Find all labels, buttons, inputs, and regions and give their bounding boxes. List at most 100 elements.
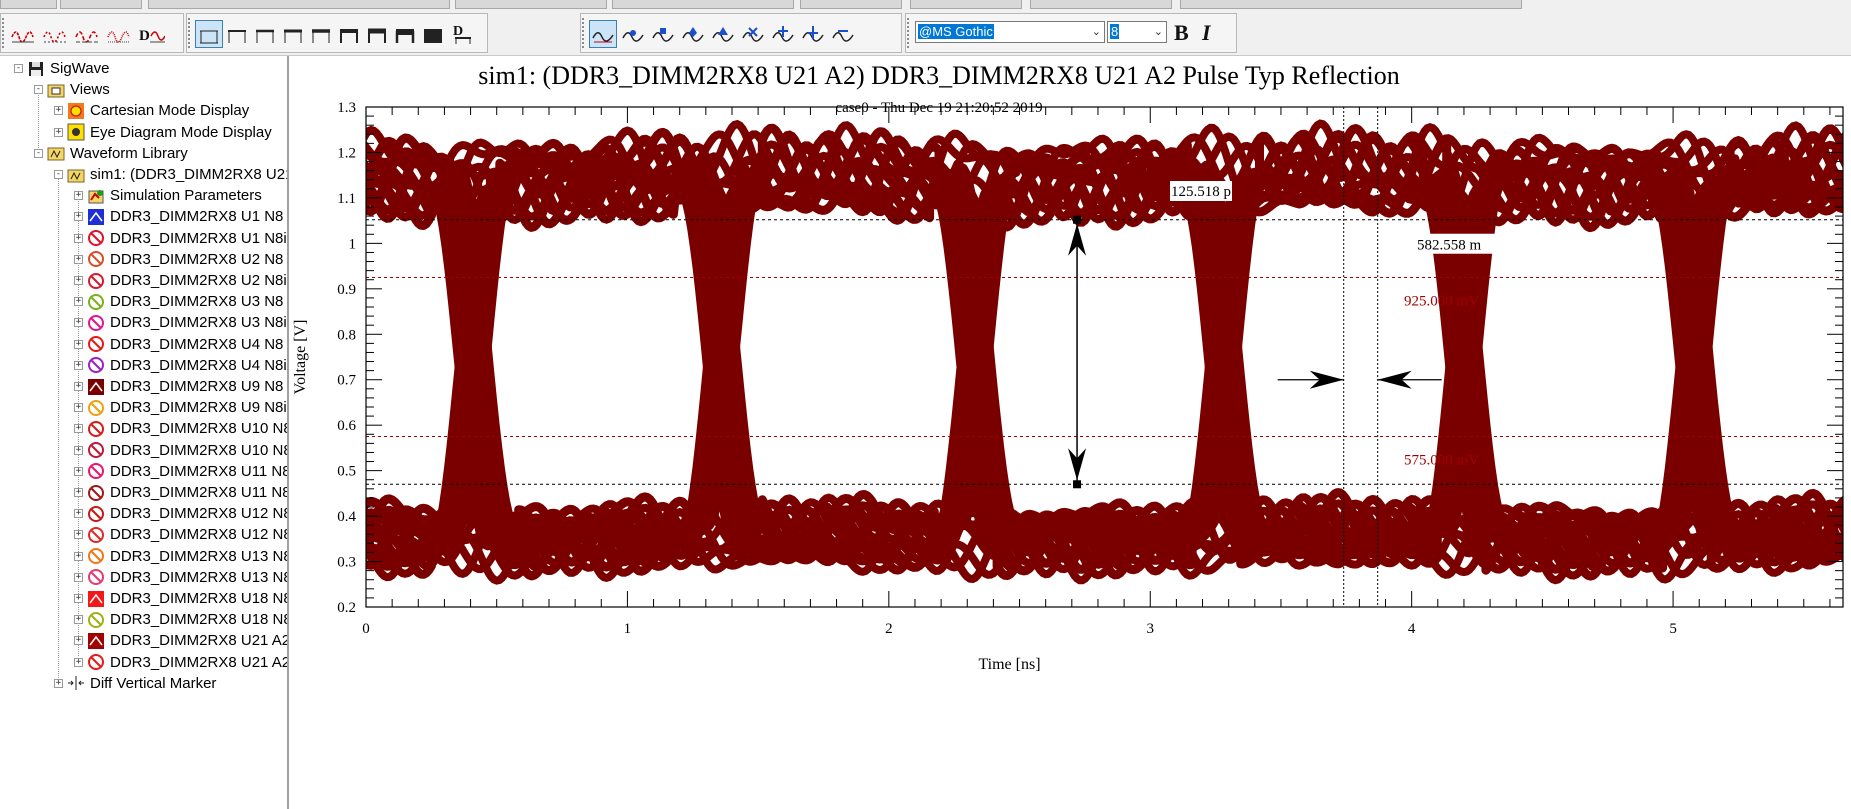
tree-item[interactable]: + DDR3_DIMM2RX8 U18 N8i: [74, 609, 287, 630]
collapse-icon[interactable]: -: [14, 64, 23, 73]
expand-icon[interactable]: +: [74, 572, 83, 582]
collapse-icon[interactable]: -: [54, 170, 63, 179]
italic-button[interactable]: I: [1202, 20, 1211, 46]
expand-icon[interactable]: +: [74, 233, 83, 243]
font-name-select[interactable]: @MS Gothic ⌄: [915, 21, 1105, 43]
expand-icon[interactable]: +: [74, 212, 83, 222]
tree-item[interactable]: - sim1: (DDR3_DIMM2RX8 U21 A: [54, 164, 287, 185]
expand-icon[interactable]: +: [54, 106, 63, 116]
tree-item[interactable]: + DDR3_DIMM2RX8 U3 N8: [74, 291, 283, 312]
line-weight-icon[interactable]: [307, 20, 335, 48]
tree-item[interactable]: + DDR3_DIMM2RX8 U2 N8: [74, 249, 283, 270]
sigwave-tree-panel: - SigWave - Views + Cartesian Mode Display + Ey…: [0, 56, 289, 809]
waveform-style-icon[interactable]: [9, 20, 37, 48]
bold-button[interactable]: B: [1174, 20, 1189, 46]
expand-icon[interactable]: +: [74, 191, 83, 201]
marker-icon[interactable]: [829, 20, 857, 48]
expand-icon[interactable]: +: [74, 297, 83, 307]
waveform-style-icon[interactable]: [105, 20, 133, 48]
tree-item[interactable]: + DDR3_DIMM2RX8 U21 A2: [74, 630, 287, 651]
tree-item[interactable]: + DDR3_DIMM2RX8 U4 N8: [74, 334, 283, 355]
expand-icon[interactable]: +: [74, 466, 83, 476]
tree-item[interactable]: + DDR3_DIMM2RX8 U12 N8i: [74, 524, 287, 545]
expand-icon[interactable]: +: [54, 127, 63, 137]
expand-icon[interactable]: +: [74, 445, 83, 455]
x-tick-label: 1: [624, 621, 632, 637]
expand-icon[interactable]: +: [74, 276, 83, 285]
marker-icon[interactable]: [799, 20, 827, 48]
waveform-style-icon[interactable]: [73, 20, 101, 48]
waveform-hidden-icon: [87, 484, 105, 502]
tree-item[interactable]: + DDR3_DIMM2RX8 U4 N8i: [74, 355, 287, 376]
expand-icon[interactable]: +: [74, 530, 83, 540]
line-weight-icon[interactable]: [195, 20, 223, 48]
y-tick-label: 0.6: [337, 418, 356, 434]
tree-item[interactable]: + DDR3_DIMM2RX8 U11 N8i: [74, 482, 287, 503]
floppy-icon: [27, 60, 45, 78]
marker-icon[interactable]: [709, 20, 737, 48]
tree-item[interactable]: + DDR3_DIMM2RX8 U13 N8i: [74, 567, 287, 588]
tree-item[interactable]: - SigWave: [14, 58, 109, 79]
waveform-hidden-icon: [87, 314, 105, 332]
tree-item[interactable]: + DDR3_DIMM2RX8 U12 N8: [74, 503, 287, 524]
tree-item[interactable]: - Waveform Library: [34, 143, 188, 164]
expand-icon[interactable]: +: [74, 360, 83, 370]
collapse-icon[interactable]: -: [34, 85, 43, 95]
toolbar-grip[interactable]: [907, 18, 912, 48]
toolbar-grip[interactable]: [582, 18, 587, 48]
marker-icon[interactable]: [679, 20, 707, 48]
waveform-hidden-icon: [87, 653, 105, 671]
expand-icon[interactable]: +: [74, 509, 83, 519]
expand-icon[interactable]: +: [74, 551, 83, 561]
marker-icon[interactable]: [619, 20, 647, 48]
expand-icon[interactable]: +: [74, 594, 83, 603]
tree-item[interactable]: + DDR3_DIMM2RX8 U1 N8: [74, 206, 283, 227]
toolbar-grip[interactable]: [2, 18, 7, 48]
expand-icon[interactable]: +: [74, 318, 83, 328]
line-weight-icon[interactable]: [363, 20, 391, 48]
expand-icon[interactable]: +: [74, 403, 83, 413]
tree-item[interactable]: + DDR3_DIMM2RX8 U1 N8i: [74, 228, 287, 249]
expand-icon[interactable]: +: [74, 657, 83, 667]
waveform-style-icon[interactable]: [41, 20, 69, 48]
expand-icon[interactable]: +: [74, 254, 83, 264]
tree-item[interactable]: + DDR3_DIMM2RX8 U10 N8i: [74, 440, 287, 461]
tree-item[interactable]: + DDR3_DIMM2RX8 U11 N8: [74, 461, 287, 482]
tree-item[interactable]: + DDR3_DIMM2RX8 U21 A2i: [74, 652, 287, 673]
tree-item[interactable]: - Views: [34, 79, 110, 100]
tree-item[interactable]: + DDR3_DIMM2RX8 U10 N8: [74, 418, 287, 439]
marker-icon[interactable]: [649, 20, 677, 48]
expand-icon[interactable]: +: [74, 636, 83, 646]
font-size-select[interactable]: 8 ⌄: [1107, 21, 1167, 43]
expand-icon[interactable]: +: [74, 488, 83, 497]
line-weight-icon[interactable]: [391, 20, 419, 48]
text-format-icon[interactable]: D: [137, 20, 165, 48]
tree-item[interactable]: + DDR3_DIMM2RX8 U2 N8i: [74, 270, 287, 291]
text-format-icon[interactable]: D: [449, 20, 477, 48]
expand-icon[interactable]: +: [74, 382, 83, 391]
tree-item[interactable]: + DDR3_DIMM2RX8 U3 N8i: [74, 312, 287, 333]
expand-icon[interactable]: +: [74, 615, 83, 625]
tree-item[interactable]: + DDR3_DIMM2RX8 U18 N8: [74, 588, 287, 609]
toolbar-grip[interactable]: [188, 18, 193, 48]
line-weight-icon[interactable]: [223, 20, 251, 48]
tree-item[interactable]: + Eye Diagram Mode Display: [54, 122, 272, 143]
marker-icon[interactable]: [769, 20, 797, 48]
marker-icon[interactable]: [589, 20, 617, 48]
tree-item[interactable]: + DDR3_DIMM2RX8 U9 N8i: [74, 397, 287, 418]
tree-item[interactable]: + Simulation Parameters: [74, 185, 262, 206]
line-weight-icon[interactable]: [251, 20, 279, 48]
line-weight-icon[interactable]: [335, 20, 363, 48]
tree-item[interactable]: + Diff Vertical Marker: [54, 673, 216, 694]
line-weight-icon[interactable]: [279, 20, 307, 48]
tree-item[interactable]: + DDR3_DIMM2RX8 U13 N8: [74, 546, 287, 567]
expand-icon[interactable]: +: [54, 678, 63, 688]
tree-item[interactable]: + DDR3_DIMM2RX8 U9 N8: [74, 376, 283, 397]
expand-icon[interactable]: +: [74, 424, 83, 434]
line-weight-icon[interactable]: [419, 20, 447, 48]
expand-icon[interactable]: +: [74, 339, 83, 349]
marker-icon[interactable]: [739, 20, 767, 48]
tree-item[interactable]: + Cartesian Mode Display: [54, 100, 249, 121]
y-tick-label: 0.9: [337, 282, 356, 298]
collapse-icon[interactable]: -: [34, 148, 43, 158]
